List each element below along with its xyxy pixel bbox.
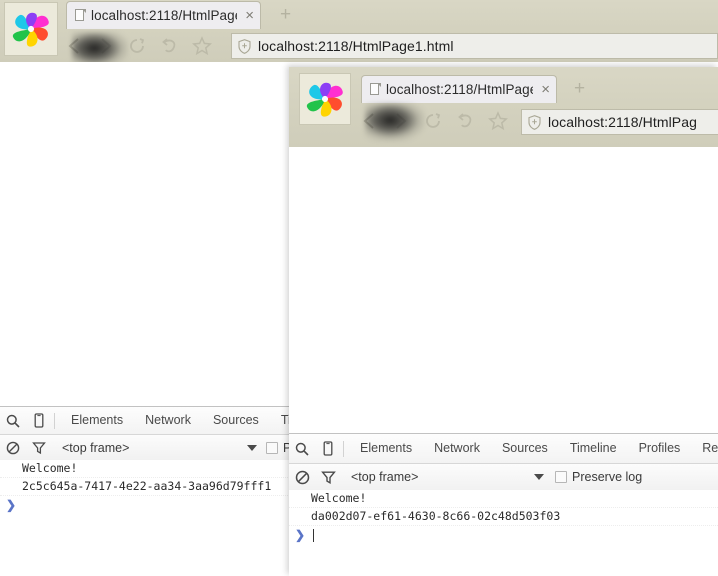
tab-strip-back: localhost:2118/HtmlPage × + — [0, 0, 718, 56]
window-chrome-front: localhost:2118/HtmlPage × + localhost:21… — [289, 67, 718, 147]
preserve-log-checkbox[interactable] — [266, 441, 278, 454]
prompt-arrow-icon: ❯ — [6, 498, 17, 512]
preserve-log-control-front[interactable]: Preserve log — [555, 470, 642, 484]
forward-arrow-icon[interactable] — [391, 111, 409, 131]
address-bar-back[interactable]: localhost:2118/HtmlPage1.html — [231, 33, 718, 59]
chevron-down-icon[interactable] — [247, 445, 257, 451]
reload-icon[interactable] — [128, 37, 146, 55]
device-toggle-icon[interactable] — [26, 413, 52, 428]
toolbar-divider — [54, 412, 55, 429]
devtools-tab-resources[interactable]: Resources — [691, 435, 718, 462]
preserve-log-label: Preserve log — [572, 470, 643, 484]
back-arrow-icon[interactable] — [66, 36, 84, 56]
new-tab-button-back[interactable]: + — [280, 5, 291, 24]
devtools-tab-network[interactable]: Network — [423, 435, 491, 462]
undo-icon[interactable] — [160, 37, 178, 55]
console-line: da002d07-ef61-4630-8c66-02c48d503f03 — [289, 508, 718, 526]
devtools-tab-network[interactable]: Network — [134, 407, 202, 434]
tab-title-back: localhost:2118/HtmlPage — [91, 8, 238, 23]
devtools-panel-front: Elements Network Sources Timeline Profil… — [289, 433, 718, 576]
page-content-front — [289, 147, 718, 433]
star-icon[interactable] — [192, 36, 212, 56]
shield-icon — [528, 114, 541, 130]
console-text-caret — [313, 528, 315, 542]
preserve-log-checkbox[interactable] — [555, 471, 567, 483]
toolbar-divider — [343, 440, 344, 457]
devtools-filter-bar-front: <top frame> Preserve log — [289, 464, 718, 491]
devtools-tab-list-back: Elements Network Sources Timeli — [60, 407, 325, 434]
devtools-tab-profiles[interactable]: Profiles — [628, 435, 692, 462]
address-bar-front[interactable]: localhost:2118/HtmlPag — [521, 109, 718, 135]
browser-window-front: localhost:2118/HtmlPage × + localhost:21… — [289, 67, 718, 576]
screen: localhost:2118/HtmlPage × + localhost:21… — [0, 0, 718, 576]
page-icon — [74, 8, 86, 23]
shield-icon — [238, 38, 251, 54]
frame-selector-front[interactable]: <top frame> — [351, 470, 418, 484]
tab-close-icon[interactable]: × — [245, 8, 254, 23]
devtools-tab-sources[interactable]: Sources — [202, 407, 270, 434]
browser-tab-front[interactable]: localhost:2118/HtmlPage × — [361, 75, 557, 103]
browser-tab-back[interactable]: localhost:2118/HtmlPage × — [66, 1, 261, 29]
undo-icon[interactable] — [456, 112, 474, 130]
device-toggle-icon[interactable] — [315, 441, 341, 456]
page-icon — [369, 82, 381, 97]
address-bar-text-front: localhost:2118/HtmlPag — [548, 114, 698, 130]
devtools-tab-sources[interactable]: Sources — [491, 435, 559, 462]
tab-title-front: localhost:2118/HtmlPage — [386, 82, 534, 97]
devtools-tab-elements[interactable]: Elements — [349, 435, 423, 462]
devtools-tab-elements[interactable]: Elements — [60, 407, 134, 434]
reload-icon[interactable] — [424, 112, 442, 130]
window-chrome-back: localhost:2118/HtmlPage × + localhost:21… — [0, 0, 718, 62]
address-bar-text-back: localhost:2118/HtmlPage1.html — [258, 38, 454, 54]
nav-bar-back: localhost:2118/HtmlPage1.html — [0, 30, 718, 62]
devtools-toolbar-front: Elements Network Sources Timeline Profil… — [289, 434, 718, 464]
console-output-front: Welcome! da002d07-ef61-4630-8c66-02c48d5… — [289, 490, 718, 576]
console-line: Welcome! — [289, 490, 718, 508]
back-arrow-icon[interactable] — [361, 111, 379, 131]
console-prompt-front[interactable]: ❯ — [289, 526, 718, 544]
preserve-log-control-back[interactable]: P — [266, 441, 291, 455]
clear-console-icon[interactable] — [0, 441, 26, 455]
new-tab-button-front[interactable]: + — [574, 79, 585, 98]
filter-icon[interactable] — [315, 470, 341, 485]
tab-close-icon[interactable]: × — [541, 82, 550, 97]
devtools-tab-timeline[interactable]: Timeline — [559, 435, 628, 462]
tab-strip-front: localhost:2118/HtmlPage × + — [289, 67, 718, 125]
star-icon[interactable] — [488, 111, 508, 131]
frame-selector-back[interactable]: <top frame> — [62, 441, 129, 455]
forward-arrow-icon[interactable] — [96, 36, 114, 56]
devtools-tab-list-front: Elements Network Sources Timeline Profil… — [349, 435, 718, 462]
filter-icon[interactable] — [26, 441, 52, 455]
prompt-arrow-icon: ❯ — [295, 528, 306, 542]
chevron-down-icon[interactable] — [534, 474, 544, 480]
search-icon[interactable] — [289, 442, 315, 456]
clear-console-icon[interactable] — [289, 470, 315, 485]
nav-bar-front: localhost:2118/HtmlPag — [289, 105, 718, 141]
search-icon[interactable] — [0, 414, 26, 428]
